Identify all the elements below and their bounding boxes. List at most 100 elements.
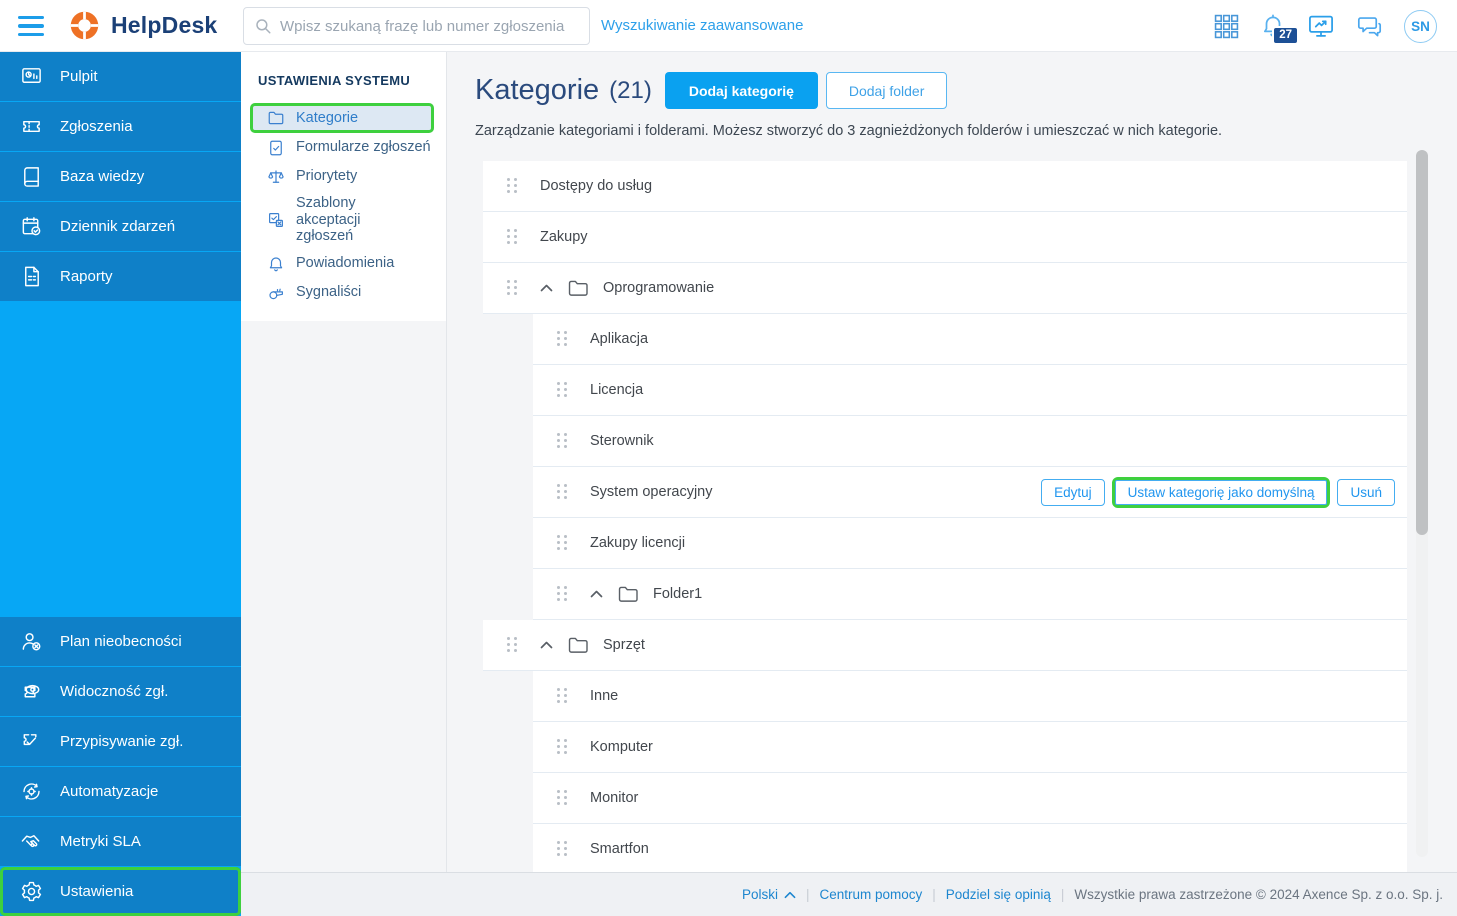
edit-button[interactable]: Edytuj (1041, 478, 1105, 506)
settings-nav-item-formularze[interactable]: Formularze zgłoszeń (241, 133, 446, 162)
folder-label: Folder1 (653, 586, 703, 602)
delete-button[interactable]: Usuń (1337, 478, 1395, 506)
language-selector[interactable]: Polski (742, 887, 796, 902)
folder-label: Oprogramowanie (603, 280, 715, 296)
settings-nav-item-powiadomienia[interactable]: Powiadomienia (241, 249, 446, 278)
drag-handle-icon[interactable] (557, 841, 568, 857)
brand-logo[interactable]: HelpDesk (68, 9, 217, 42)
feedback-link[interactable]: Podziel się opinią (946, 887, 1051, 902)
help-center-link[interactable]: Centrum pomocy (819, 887, 922, 902)
table-row[interactable]: Aplikacja (533, 314, 1407, 365)
book-icon (19, 165, 43, 189)
notification-badge: 27 (1272, 25, 1299, 45)
table-row[interactable]: Smartfon (533, 824, 1407, 872)
scales-icon (267, 168, 285, 186)
drag-handle-icon[interactable] (557, 331, 568, 347)
drag-handle-icon[interactable] (557, 790, 568, 806)
table-row-folder[interactable]: Oprogramowanie (483, 263, 1407, 314)
highlighted-button-wrapper: Ustaw kategorię jako domyślną (1111, 476, 1331, 508)
category-label: Komputer (590, 739, 653, 755)
drag-handle-icon[interactable] (557, 586, 568, 602)
sidebar-item-raporty[interactable]: Raporty (0, 252, 241, 301)
search-icon (254, 17, 272, 35)
table-row-hovered[interactable]: System operacyjny Edytuj Ustaw kategorię… (533, 467, 1407, 518)
footer-separator: | (1060, 887, 1065, 902)
table-row-folder[interactable]: Sprzęt (483, 620, 1407, 671)
menu-icon[interactable] (18, 16, 44, 36)
sidebar-item-automatyzacje[interactable]: Automatyzacje (0, 767, 241, 816)
page-description: Zarządzanie kategoriami i folderami. Moż… (475, 123, 1223, 139)
settings-nav-item-label: Priorytety (296, 168, 358, 185)
chevron-up-icon[interactable] (540, 641, 553, 649)
add-category-button[interactable]: Dodaj kategorię (664, 72, 818, 109)
folder-icon (267, 109, 285, 127)
sidebar-item-label: Plan nieobecności (60, 633, 182, 650)
sidebar-item-przypisywanie-zgl[interactable]: Przypisywanie zgł. (0, 717, 241, 766)
sidebar-item-pulpit[interactable]: Pulpit (0, 52, 241, 101)
drag-handle-icon[interactable] (557, 739, 568, 755)
category-label: Sterownik (590, 433, 654, 449)
table-row[interactable]: Licencja (533, 365, 1407, 416)
table-row[interactable]: Dostępy do usług (483, 161, 1407, 212)
search-input[interactable] (280, 17, 579, 35)
drag-handle-icon[interactable] (557, 535, 568, 551)
set-default-category-button[interactable]: Ustaw kategorię jako domyślną (1114, 479, 1328, 505)
drag-handle-icon[interactable] (507, 229, 518, 245)
sidebar-item-baza-wiedzy[interactable]: Baza wiedzy (0, 152, 241, 201)
table-row[interactable]: Inne (533, 671, 1407, 722)
settings-nav-item-label: Sygnaliści (296, 284, 362, 301)
copyright-text: Wszystkie prawa zastrzeżone © 2024 Axenc… (1074, 887, 1443, 902)
settings-nav-item-label: Kategorie (296, 109, 359, 126)
topbar: HelpDesk Wyszukiwanie zaawansowane 27 (0, 0, 1457, 52)
settings-nav-item-sygnalisci[interactable]: Sygnaliści (241, 278, 446, 307)
sidebar-item-zgloszenia[interactable]: Zgłoszenia (0, 102, 241, 151)
chat-icon[interactable] (1356, 13, 1383, 40)
sidebar-item-ustawienia[interactable]: Ustawienia (0, 867, 241, 916)
settings-nav-item-label: Szablony akceptacji zgłoszeń (296, 195, 361, 245)
chevron-up-icon[interactable] (540, 284, 553, 292)
drag-handle-icon[interactable] (557, 382, 568, 398)
footer: Polski | Centrum pomocy | Podziel się op… (241, 872, 1457, 916)
sidebar-item-label: Pulpit (60, 68, 98, 85)
sidebar-item-dziennik-zdarzen[interactable]: Dziennik zdarzeń (0, 202, 241, 251)
table-row-folder[interactable]: Folder1 (533, 569, 1407, 620)
category-label: Licencja (590, 382, 644, 398)
chevron-up-icon[interactable] (590, 590, 603, 598)
bell-icon[interactable]: 27 (1260, 13, 1299, 45)
drag-handle-icon[interactable] (507, 637, 518, 653)
sidebar-item-metryki-sla[interactable]: Metryki SLA (0, 817, 241, 866)
sidebar-item-label: Metryki SLA (60, 833, 141, 850)
table-row[interactable]: Zakupy licencji (533, 518, 1407, 569)
whistle-icon (267, 284, 285, 302)
settings-nav-item-kategorie[interactable]: Kategorie (250, 103, 434, 133)
table-row[interactable]: Sterownik (533, 416, 1407, 467)
settings-nav-item-priorytety[interactable]: Priorytety (241, 162, 446, 191)
drag-handle-icon[interactable] (557, 484, 568, 500)
sidebar-item-label: Automatyzacje (60, 783, 159, 800)
brand-name: HelpDesk (111, 12, 218, 38)
drag-handle-icon[interactable] (507, 178, 518, 194)
advanced-search-link[interactable]: Wyszukiwanie zaawansowane (601, 17, 803, 34)
avatar[interactable]: SN (1404, 9, 1437, 43)
footer-separator: | (932, 887, 936, 902)
table-row[interactable]: Komputer (533, 722, 1407, 773)
category-label: Dostępy do usług (540, 178, 653, 194)
assign-ticket-icon (19, 730, 43, 754)
monitor-icon[interactable] (1307, 12, 1335, 40)
add-folder-button[interactable]: Dodaj folder (825, 72, 948, 109)
apps-grid-icon[interactable] (1214, 14, 1239, 39)
handshake-icon (19, 830, 43, 854)
sidebar-item-plan-nieobecnosci[interactable]: Plan nieobecności (0, 617, 241, 666)
drag-handle-icon[interactable] (507, 280, 518, 296)
drag-handle-icon[interactable] (557, 688, 568, 704)
settings-nav-item-label: Formularze zgłoszeń (296, 139, 431, 156)
table-row[interactable]: Monitor (533, 773, 1407, 824)
scrollbar-track[interactable] (1416, 150, 1428, 857)
table-row[interactable]: Zakupy (483, 212, 1407, 263)
drag-handle-icon[interactable] (557, 433, 568, 449)
visibility-icon (19, 680, 43, 704)
settings-nav-item-szablony[interactable]: Szablony akceptacji zgłoszeń (241, 191, 446, 249)
search-box[interactable] (243, 7, 590, 45)
scrollbar-thumb[interactable] (1416, 150, 1428, 535)
sidebar-item-widocznosc-zgl[interactable]: Widoczność zgł. (0, 667, 241, 716)
